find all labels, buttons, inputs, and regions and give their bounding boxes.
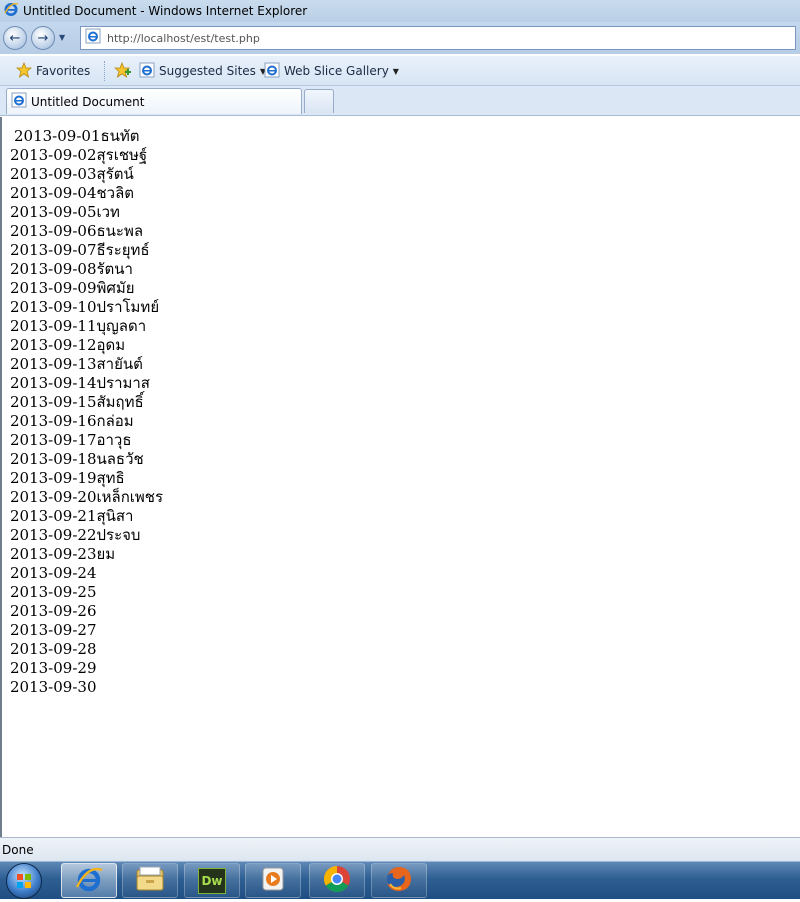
date-name-list: 2013-09-01ธนทัต 2013-09-02สุรเชษฐ์ 2013-09… xyxy=(10,127,163,697)
list-item: 2013-09-09พิศมัย xyxy=(10,279,135,297)
list-item: 2013-09-22ประจบ xyxy=(10,526,141,544)
taskbar-internet-explorer[interactable] xyxy=(61,863,117,898)
chevron-down-icon: ▼ xyxy=(392,66,399,76)
list-item: 2013-09-01ธนทัต xyxy=(14,127,140,145)
forward-button[interactable]: → xyxy=(31,26,55,50)
list-item: 2013-09-25 xyxy=(10,583,97,601)
suggested-sites-label: Suggested Sites xyxy=(159,64,256,78)
list-item: 2013-09-06ธนะพล xyxy=(10,222,144,240)
media-player-icon xyxy=(259,865,287,897)
tab-bar: Untitled Document xyxy=(0,86,800,116)
list-item: 2013-09-14ปรามาส xyxy=(10,374,150,392)
dreamweaver-icon: Dw xyxy=(198,867,226,894)
address-bar[interactable]: http://localhost/est/test.php xyxy=(80,26,796,50)
back-button[interactable]: ← xyxy=(3,26,27,50)
windows-explorer-icon xyxy=(134,865,166,897)
internet-explorer-icon xyxy=(74,864,104,898)
list-item: 2013-09-02สุรเชษฐ์ xyxy=(10,146,148,164)
list-item: 2013-09-03สุรัตน์ xyxy=(10,165,134,183)
list-item: 2013-09-19สุทธิ xyxy=(10,469,125,487)
favorites-button[interactable]: Favorites xyxy=(15,56,91,86)
ie-page-icon xyxy=(11,92,27,112)
taskbar-windows-explorer[interactable] xyxy=(122,863,178,898)
add-to-favorites-bar-button[interactable] xyxy=(113,56,132,86)
taskbar-firefox[interactable] xyxy=(371,863,427,898)
list-item: 2013-09-26 xyxy=(10,602,97,620)
internet-explorer-icon xyxy=(3,1,19,21)
arrow-left-icon: ← xyxy=(9,30,21,46)
windows-taskbar: Dw xyxy=(0,861,800,899)
taskbar-chrome[interactable] xyxy=(309,863,365,898)
list-item: 2013-09-18นลธวัช xyxy=(10,450,144,468)
ie-page-icon xyxy=(85,28,101,48)
page-content: 2013-09-01ธนทัต 2013-09-02สุรเชษฐ์ 2013-09… xyxy=(0,117,800,837)
list-item: 2013-09-04ชวลิต xyxy=(10,184,135,202)
favorites-bar: Favorites Suggested Sites ▼ Web Slice Ga… xyxy=(0,56,800,86)
windows-logo-icon xyxy=(17,874,31,888)
star-icon xyxy=(15,61,33,81)
tab-label: Untitled Document xyxy=(31,94,145,109)
web-slice-gallery-button[interactable]: Web Slice Gallery ▼ xyxy=(264,56,399,86)
arrow-right-icon: → xyxy=(37,30,49,46)
list-item: 2013-09-10ปราโมทย์ xyxy=(10,298,160,316)
suggested-sites-button[interactable]: Suggested Sites ▼ xyxy=(139,56,266,86)
list-item: 2013-09-23ยม xyxy=(10,545,116,563)
list-item: 2013-09-30 xyxy=(10,678,97,696)
ie-page-icon xyxy=(264,62,280,81)
ie-page-icon xyxy=(139,62,155,81)
list-item: 2013-09-20เหล็กเพชร xyxy=(10,488,164,506)
list-item: 2013-09-11บุญลดา xyxy=(10,317,147,335)
chrome-icon xyxy=(322,864,352,898)
list-item: 2013-09-16กล่อม xyxy=(10,412,134,430)
list-item: 2013-09-08รัตนา xyxy=(10,260,133,278)
list-item: 2013-09-13สายันต์ xyxy=(10,355,143,373)
favorites-separator xyxy=(104,61,105,81)
list-item: 2013-09-29 xyxy=(10,659,97,677)
firefox-icon xyxy=(384,864,414,898)
favorites-label: Favorites xyxy=(36,64,91,78)
add-favorite-icon xyxy=(113,61,132,81)
new-tab-button[interactable] xyxy=(304,89,334,113)
taskbar-media-player[interactable] xyxy=(245,863,301,898)
list-item: 2013-09-12อุดม xyxy=(10,336,126,354)
recent-pages-dropdown-icon[interactable]: ▼ xyxy=(59,33,65,42)
list-item: 2013-09-28 xyxy=(10,640,97,658)
status-bar: Done xyxy=(0,837,800,861)
list-item: 2013-09-27 xyxy=(10,621,97,639)
taskbar-dreamweaver[interactable]: Dw xyxy=(184,863,240,898)
list-item: 2013-09-21สุนิสา xyxy=(10,507,134,525)
list-item: 2013-09-07ธีระยุทธ์ xyxy=(10,241,150,259)
web-slice-gallery-label: Web Slice Gallery xyxy=(284,64,389,78)
window-title: Untitled Document - Windows Internet Exp… xyxy=(23,4,308,18)
list-item: 2013-09-05เวท xyxy=(10,203,120,221)
address-url[interactable]: http://localhost/est/test.php xyxy=(107,32,260,45)
navigation-bar: ← → ▼ http://localhost/est/test.php xyxy=(0,22,800,54)
list-item: 2013-09-24 xyxy=(10,564,97,582)
window-title-bar[interactable]: Untitled Document - Windows Internet Exp… xyxy=(0,0,800,22)
tab-untitled-document[interactable]: Untitled Document xyxy=(6,88,302,114)
list-item: 2013-09-17อาวุธ xyxy=(10,431,132,449)
status-text: Done xyxy=(2,842,34,857)
list-item: 2013-09-15สัมฤทธิ์ xyxy=(10,393,144,411)
start-button[interactable] xyxy=(6,863,42,899)
